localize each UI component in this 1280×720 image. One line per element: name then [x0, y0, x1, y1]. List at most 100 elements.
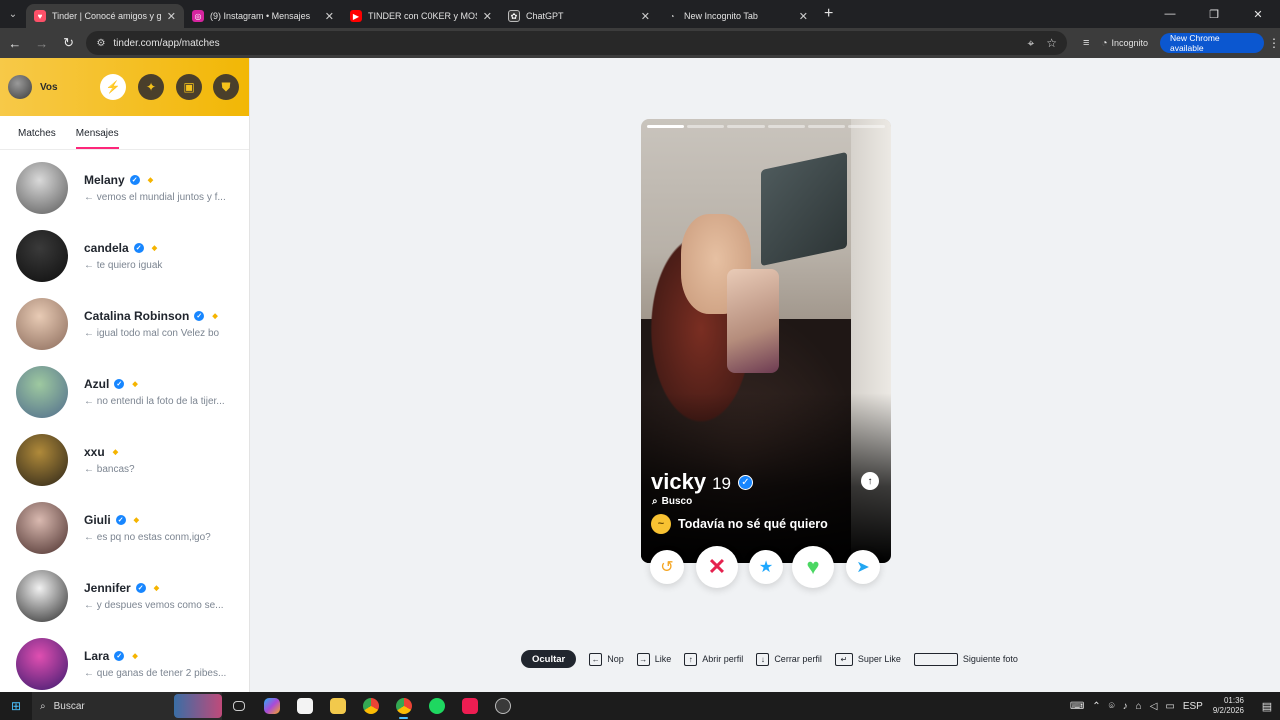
close-tab-icon[interactable]: ✕: [167, 10, 176, 23]
close-tab-icon[interactable]: ✕: [483, 10, 492, 23]
bookmark-star-icon[interactable]: ☆: [1046, 36, 1057, 50]
windows-taskbar: ⊞ ⌕ Buscar ⌨ ⌃ ⌾ ♪ ⌂ ◁ ▭ ESP 01:36 9/2/2…: [0, 692, 1280, 720]
file-explorer-icon[interactable]: [321, 692, 354, 720]
tab-matches[interactable]: Matches: [18, 128, 56, 149]
close-tab-icon[interactable]: ✕: [641, 10, 650, 23]
close-window-icon[interactable]: ✕: [1236, 0, 1280, 28]
keyboard-icon[interactable]: ⌨: [1070, 701, 1084, 712]
address-bar[interactable]: ⚙ tinder.com/app/matches ⌖ ☆: [86, 31, 1068, 55]
list-item[interactable]: Melany ✓ ◆ ← vemos el mundial juntos y f..…: [0, 154, 249, 222]
tab-title: ChatGPT: [526, 11, 564, 21]
tab-title: Tinder | Conocé amigos y gente: [52, 11, 161, 21]
list-item[interactable]: Lara ✓ ◆ ← que ganas de tener 2 pibes...: [0, 630, 249, 698]
message-list: Melany ✓ ◆ ← vemos el mundial juntos y f..…: [0, 150, 249, 698]
clock-time: 01:36: [1223, 696, 1244, 705]
avatar[interactable]: [8, 75, 32, 99]
verified-icon: ✓: [129, 175, 140, 185]
tab-instagram[interactable]: ◎ (9) Instagram • Mensajes ✕: [184, 4, 342, 28]
relationship-intent-text: Todavía no sé qué quiero: [678, 517, 828, 531]
nope-x-icon[interactable]: ✕: [696, 546, 738, 588]
list-item[interactable]: Azul ✓ ◆ ← no entendi la foto de la tijer.…: [0, 358, 249, 426]
taskbar-search[interactable]: ⌕ Buscar: [32, 692, 222, 720]
location-pin-icon[interactable]: ⌖: [1028, 36, 1035, 51]
briefcase-icon[interactable]: ▣: [176, 74, 202, 100]
clock-date: 9/2/2026: [1212, 706, 1244, 715]
url-text[interactable]: tinder.com/app/matches: [113, 38, 1015, 49]
tab-search-button[interactable]: ⌄: [0, 0, 26, 28]
shortcut-super-like: ↵ Super Like: [834, 652, 901, 666]
tab-chatgpt[interactable]: ✿ ChatGPT ✕: [500, 4, 658, 28]
chevron-up-icon[interactable]: ⌃: [1092, 701, 1100, 712]
photo-progress-segment[interactable]: [647, 125, 685, 128]
message-preview: ← bancas?: [84, 464, 135, 475]
tab-incognito[interactable]: ◔ New Incognito Tab ✕: [658, 4, 816, 28]
incognito-icon: ◔: [669, 11, 675, 21]
gold-like-icon: ◆: [153, 585, 160, 592]
copilot-icon[interactable]: [255, 692, 288, 720]
boost-send-icon[interactable]: ➤: [846, 550, 880, 584]
shortcut-label: Abrir perfil: [702, 654, 744, 664]
match-name: xxu: [84, 445, 105, 459]
list-item[interactable]: candela ✓ ◆ ← te quiero iguak: [0, 222, 249, 290]
tab-tinder[interactable]: ♥ Tinder | Conocé amigos y gente ✕: [26, 4, 184, 28]
photo-progress-segment[interactable]: [847, 125, 886, 128]
avatar: [16, 502, 68, 554]
new-chrome-available-button[interactable]: New Chrome available: [1160, 33, 1264, 53]
windows-start-icon[interactable]: ⊞: [0, 692, 32, 720]
super-like-star-icon[interactable]: ★: [749, 550, 783, 584]
open-profile-arrow-icon[interactable]: ↑: [861, 472, 879, 490]
clock[interactable]: 01:36 9/2/2026: [1213, 696, 1244, 716]
like-heart-icon[interactable]: ♥: [792, 546, 834, 588]
battery-icon[interactable]: ▭: [1165, 701, 1174, 712]
explore-compass-icon[interactable]: ✦: [138, 74, 164, 100]
back-arrow-icon[interactable]: ←: [3, 31, 27, 55]
profile-name[interactable]: Vos: [40, 82, 58, 93]
tab-youtube[interactable]: ▶ TINDER con C0KER y MOSKI - Y ✕: [342, 4, 500, 28]
notification-icon[interactable]: ▤: [1254, 700, 1280, 713]
photo-progress-segment[interactable]: [807, 125, 845, 128]
task-view-icon[interactable]: [222, 692, 255, 720]
network-icon[interactable]: ⌂: [1136, 701, 1142, 712]
list-item[interactable]: xxu ◆ ← bancas?: [0, 426, 249, 494]
chrome-incognito-icon[interactable]: [387, 692, 420, 720]
message-preview: ← igual todo mal con Velez bo: [84, 328, 220, 339]
store-icon[interactable]: [288, 692, 321, 720]
avatar: [16, 366, 68, 418]
microphone-icon[interactable]: ♪: [1123, 701, 1128, 712]
restore-icon[interactable]: ❐: [1192, 0, 1236, 28]
location-icon[interactable]: ⌾: [1109, 701, 1115, 712]
list-item[interactable]: Catalina Robinson ✓ ◆ ← igual todo mal con…: [0, 290, 249, 358]
chrome-icon[interactable]: [354, 692, 387, 720]
list-item[interactable]: Jennifer ✓ ◆ ← y despues vemos como se...: [0, 562, 249, 630]
obs-icon[interactable]: [486, 692, 519, 720]
site-info-icon[interactable]: ⚙: [96, 38, 105, 49]
verified-icon: ✓: [194, 311, 205, 321]
reload-icon[interactable]: ↻: [57, 31, 81, 55]
forward-arrow-icon[interactable]: →: [30, 31, 54, 55]
profile-card[interactable]: vicky 19 ✓ ↑ ⌕ Busco ~ Todavía no sé qué…: [641, 119, 891, 563]
list-item[interactable]: Giuli ✓ ◆ ← es pq no estas conm,igo?: [0, 494, 249, 562]
looking-for: ⌕ Busco: [652, 496, 692, 507]
photo-progress-segment[interactable]: [687, 125, 725, 128]
language-indicator[interactable]: ESP: [1183, 701, 1203, 712]
search-highlight-image: [174, 694, 222, 718]
close-tab-icon[interactable]: ✕: [325, 10, 334, 23]
shield-icon[interactable]: ⛊: [213, 74, 239, 100]
match-name: Jennifer: [84, 581, 131, 595]
reading-list-icon[interactable]: ≡: [1083, 37, 1089, 49]
chrome-menu-icon[interactable]: ⋮: [1268, 36, 1280, 50]
rewind-icon[interactable]: ↺: [650, 550, 684, 584]
incognito-indicator[interactable]: ◔ Incognito: [1101, 38, 1148, 49]
boost-bolt-icon[interactable]: ⚡: [100, 74, 126, 100]
close-tab-icon[interactable]: ✕: [799, 10, 808, 23]
hide-shortcuts-button[interactable]: Ocultar: [521, 650, 577, 668]
spotify-icon[interactable]: [420, 692, 453, 720]
tab-mensajes[interactable]: Mensajes: [75, 128, 119, 149]
new-tab-button[interactable]: +: [824, 5, 833, 23]
minimize-icon[interactable]: —: [1148, 0, 1192, 28]
verified-icon: ✓: [135, 583, 146, 593]
photo-progress-segment[interactable]: [767, 125, 805, 128]
capcut-icon[interactable]: [453, 692, 486, 720]
photo-progress-segment[interactable]: [727, 125, 765, 128]
volume-icon[interactable]: ◁: [1150, 701, 1158, 712]
